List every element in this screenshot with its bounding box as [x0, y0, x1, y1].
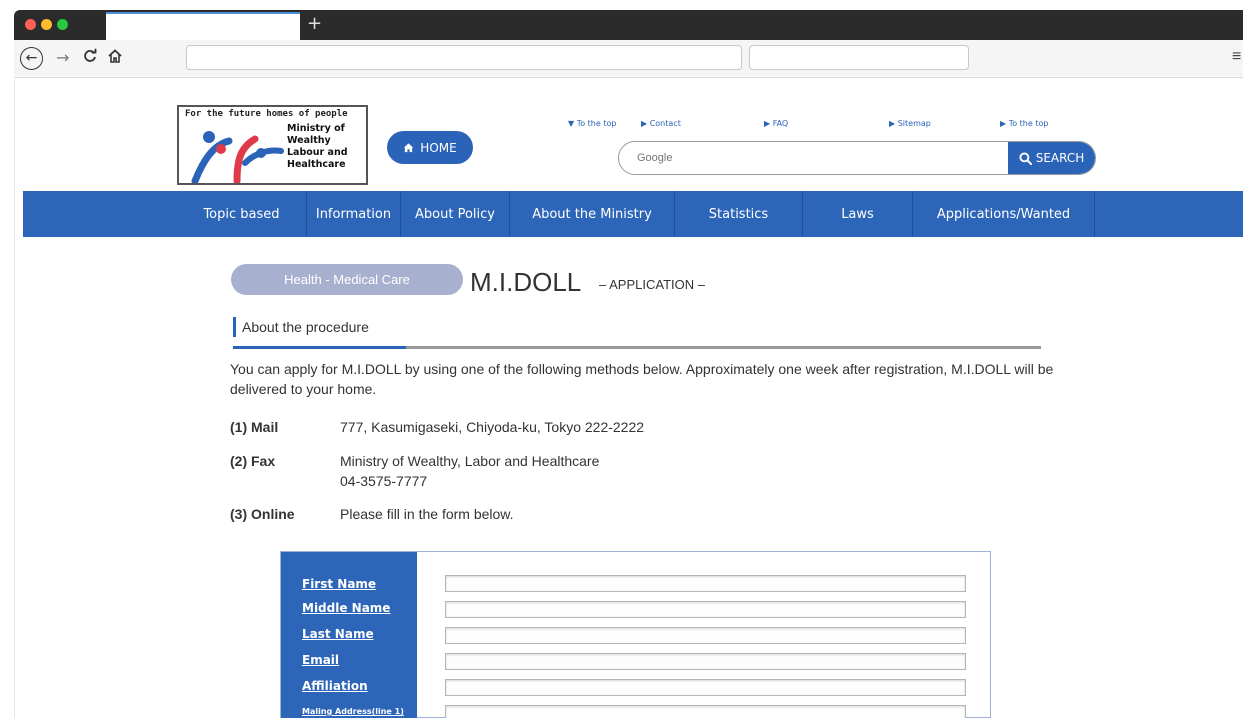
- method-label: (2) Fax: [230, 453, 276, 469]
- logo-name-line: Healthcare: [287, 159, 346, 170]
- house-icon: [404, 143, 414, 153]
- hamburger-menu-icon[interactable]: ≡: [1232, 48, 1241, 66]
- email-field[interactable]: [445, 653, 966, 670]
- logo-tagline: For the future homes of people: [185, 109, 348, 119]
- first-name-field[interactable]: [445, 575, 966, 592]
- reload-icon[interactable]: [82, 48, 98, 69]
- top-link-label: Contact: [649, 119, 681, 128]
- back-icon[interactable]: ←: [20, 47, 43, 70]
- logo-name-line: Labour and: [287, 147, 348, 158]
- close-window-icon[interactable]: [25, 19, 36, 30]
- method-value: 04-3575-7777: [340, 473, 428, 489]
- top-link-label: To the top: [576, 119, 617, 128]
- top-link-to-top[interactable]: ▼ To the top: [568, 119, 616, 128]
- triangle-down-icon: ▼: [568, 119, 577, 128]
- top-link-faq[interactable]: ▶ FAQ: [764, 119, 788, 128]
- method-value: 777, Kasumigaseki, Chiyoda-ku, Tokyo 222…: [340, 419, 645, 435]
- triangle-right-icon: ▶: [764, 119, 773, 128]
- nav-item-about-policy[interactable]: About Policy: [400, 191, 509, 237]
- email-label[interactable]: Email: [302, 653, 339, 667]
- intro-paragraph: You can apply for M.I.DOLL by using one …: [230, 361, 1054, 397]
- new-tab-icon[interactable]: +: [307, 13, 322, 34]
- minimize-window-icon[interactable]: [41, 19, 52, 30]
- mailing-address-field[interactable]: [445, 705, 966, 718]
- ministry-logo[interactable]: For the future homes of people Ministry …: [177, 105, 368, 185]
- logo-name: Ministry of Wealthy Labour and Healthcar…: [287, 123, 367, 171]
- nav-item-information[interactable]: Information: [306, 191, 400, 237]
- forward-icon[interactable]: →: [56, 48, 69, 68]
- section-divider-accent: [233, 346, 406, 349]
- last-name-field[interactable]: [445, 627, 966, 644]
- method-value: Ministry of Wealthy, Labor and Healthcar…: [340, 453, 600, 469]
- last-name-label[interactable]: Last Name: [302, 627, 374, 641]
- section-title: About the procedure: [242, 319, 369, 335]
- application-form: First Name Middle Name Last Name Email A…: [280, 551, 991, 718]
- address-bar[interactable]: [186, 45, 742, 70]
- browser-tab-bar: +: [14, 10, 1243, 40]
- top-link-label: Sitemap: [897, 119, 931, 128]
- browser-toolbar: ← → ≡: [14, 40, 1243, 78]
- nav-item-topic-based[interactable]: Topic based: [177, 191, 306, 237]
- top-link-label: FAQ: [772, 119, 789, 128]
- search-button-label: SEARCH: [1035, 151, 1085, 165]
- maximize-window-icon[interactable]: [57, 19, 68, 30]
- nav-item-applications[interactable]: Applications/Wanted: [912, 191, 1095, 237]
- form-label-column: First Name Middle Name Last Name Email A…: [281, 552, 417, 718]
- mailing-address-label[interactable]: Maling Address(line 1): [302, 707, 404, 716]
- method-label: (3) Online: [230, 506, 295, 522]
- middle-name-label[interactable]: Middle Name: [302, 601, 390, 615]
- page-title: M.I.DOLL: [470, 267, 582, 297]
- affiliation-label[interactable]: Affiliation: [302, 679, 368, 693]
- nav-item-statistics[interactable]: Statistics: [674, 191, 802, 237]
- main-nav: Topic based Information About Policy Abo…: [23, 191, 1243, 237]
- home-icon[interactable]: [107, 48, 123, 69]
- method-value: Please fill in the form below.: [340, 506, 514, 522]
- home-button[interactable]: HOME: [387, 131, 473, 164]
- browser-search-bar[interactable]: [749, 45, 969, 70]
- first-name-label[interactable]: First Name: [302, 577, 376, 591]
- top-link-sitemap[interactable]: ▶ Sitemap: [889, 119, 931, 128]
- search-icon: [1019, 151, 1032, 165]
- section-accent-bar: [233, 317, 236, 337]
- search-button[interactable]: SEARCH: [1008, 142, 1095, 174]
- top-link-label: To the top: [1008, 119, 1049, 128]
- nav-item-about-ministry[interactable]: About the Ministry: [509, 191, 674, 237]
- middle-name-field[interactable]: [445, 601, 966, 618]
- triangle-right-icon: ▶: [641, 119, 650, 128]
- page-viewport: For the future homes of people Ministry …: [14, 79, 1243, 718]
- people-logo-icon: [191, 131, 284, 183]
- top-link-contact[interactable]: ▶ Contact: [641, 119, 681, 128]
- affiliation-field[interactable]: [445, 679, 966, 696]
- category-badge: Health - Medical Care: [231, 264, 463, 295]
- nav-item-laws[interactable]: Laws: [802, 191, 912, 237]
- triangle-right-icon: ▶: [889, 119, 898, 128]
- site-search: SEARCH: [618, 141, 1096, 175]
- site-search-input[interactable]: [619, 142, 1009, 174]
- method-label: (1) Mail: [230, 419, 279, 435]
- top-link-to-top-2[interactable]: ▶ To the top: [1000, 119, 1048, 128]
- page-subtitle: – APPLICATION –: [599, 277, 705, 292]
- home-button-label: HOME: [420, 140, 457, 155]
- section-heading: About the procedure: [233, 317, 1041, 349]
- logo-name-line: Wealthy: [287, 135, 331, 146]
- browser-tab-active[interactable]: [106, 12, 300, 40]
- logo-name-line: Ministry of: [287, 123, 345, 134]
- triangle-right-icon: ▶: [1000, 119, 1009, 128]
